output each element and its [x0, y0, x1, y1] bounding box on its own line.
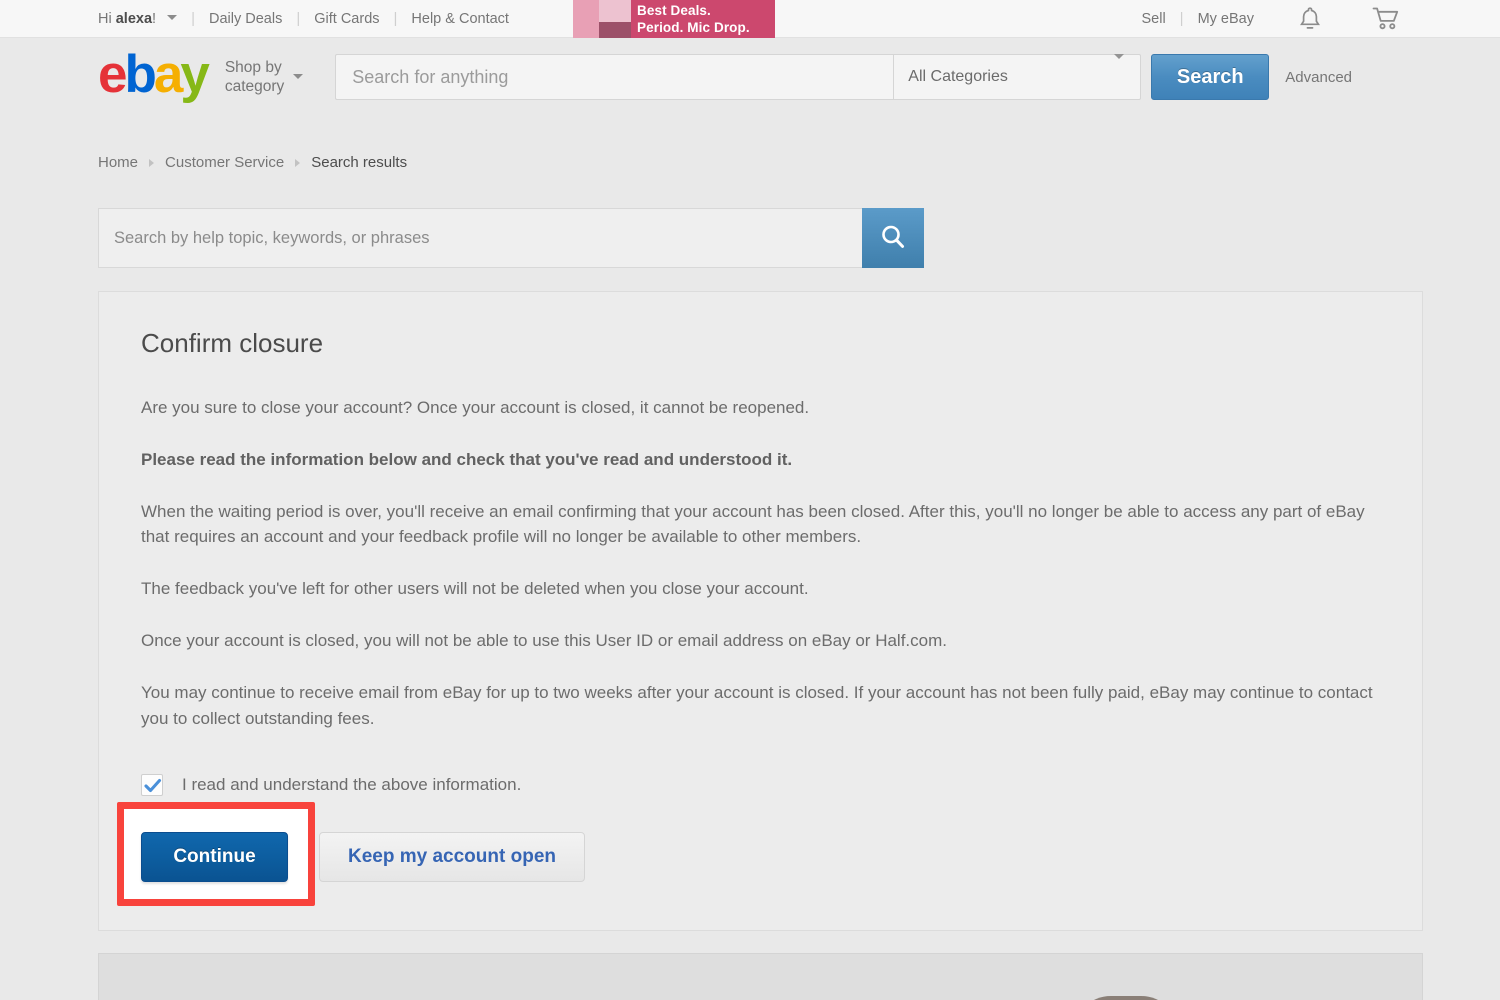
- promo-line-1: Best Deals.: [637, 3, 711, 18]
- closure-paragraph-2-bold: Please read the information below and ch…: [141, 449, 793, 469]
- topbar-link-daily-deals[interactable]: Daily Deals: [209, 11, 282, 27]
- separator: |: [1179, 10, 1184, 27]
- chevron-down-icon[interactable]: [293, 73, 304, 79]
- greeting-prefix: Hi: [98, 10, 116, 27]
- separator: |: [393, 10, 398, 27]
- closure-paragraph-6: You may continue to receive email from e…: [141, 682, 1373, 728]
- topbar-link-sell[interactable]: Sell: [1141, 11, 1165, 27]
- promo-swatch-pale: [599, 0, 631, 22]
- topbar-link-gift-cards[interactable]: Gift Cards: [314, 11, 379, 27]
- acknowledge-checkbox-label: I read and understand the above informat…: [182, 774, 522, 794]
- logo-letter-a: a: [153, 44, 184, 104]
- chevron-right-icon: [295, 158, 301, 167]
- chevron-down-icon[interactable]: [1114, 54, 1125, 59]
- promo-banner[interactable]: Best Deals. Period. Mic Drop.: [573, 0, 775, 38]
- separator: |: [191, 10, 195, 27]
- greeting-suffix: !: [152, 10, 157, 27]
- separator: |: [296, 10, 301, 27]
- promo-swatch-dark: [599, 22, 631, 38]
- chevron-down-icon[interactable]: [167, 15, 178, 21]
- global-search-group: All Categories Search: [335, 54, 1270, 100]
- continue-button[interactable]: Continue: [141, 831, 288, 882]
- greeting[interactable]: Hi alexa!: [98, 10, 178, 27]
- closure-paragraph-4: The feedback you've left for other users…: [141, 579, 809, 599]
- logo-letter-y: y: [180, 44, 210, 104]
- category-select-value: All Categories: [908, 68, 1008, 85]
- promo-swatch-group: [573, 0, 631, 38]
- greeting-username: alexa: [115, 10, 153, 27]
- logo-letter-b: b: [124, 44, 156, 104]
- keep-account-open-button[interactable]: Keep my account open: [319, 831, 585, 882]
- topbar-left-links: Hi alexa! | Daily Deals | Gift Cards | H…: [98, 10, 509, 27]
- photo-hair-top: [1072, 995, 1180, 1000]
- topbar-link-help-contact[interactable]: Help & Contact: [411, 11, 509, 27]
- closure-paragraph-3: When the waiting period is over, you'll …: [141, 501, 1365, 547]
- acknowledge-checkbox[interactable]: [141, 773, 163, 796]
- shop-by-category-button[interactable]: Shop by category: [225, 58, 304, 96]
- shop-by-category-line-2: category: [224, 78, 285, 95]
- promo-line-2: Period. Mic Drop.: [637, 20, 750, 35]
- help-search-input[interactable]: [98, 208, 862, 268]
- breadcrumb: Home Customer Service Search results: [0, 116, 1500, 171]
- breadcrumb-item-customer-service[interactable]: Customer Service: [165, 154, 284, 171]
- top-utility-bar: Hi alexa! | Daily Deals | Gift Cards | H…: [0, 0, 1500, 38]
- cart-icon[interactable]: [1372, 6, 1402, 32]
- promo-text: Best Deals. Period. Mic Drop.: [631, 0, 775, 38]
- confirm-closure-panel: Confirm closure Are you sure to close yo…: [98, 291, 1423, 931]
- shop-by-category-line-1: Shop by: [224, 59, 282, 76]
- breadcrumb-item-search-results: Search results: [311, 154, 408, 171]
- search-input[interactable]: [335, 54, 894, 100]
- ebay-logo[interactable]: ebay: [98, 44, 210, 104]
- closure-paragraph-1: Are you sure to close your account? Once…: [141, 398, 810, 417]
- acknowledge-checkbox-row[interactable]: I read and understand the above informat…: [141, 773, 1380, 796]
- logo-letter-e: e: [98, 44, 128, 104]
- chevron-right-icon: [149, 158, 155, 167]
- need-assistance-panel: Need our assistance?: [98, 952, 1423, 1000]
- closure-paragraph-5: Once your account is closed, you will no…: [141, 631, 947, 651]
- category-select[interactable]: All Categories: [893, 54, 1142, 100]
- topbar-right-links: Sell | My eBay: [1141, 6, 1402, 32]
- advanced-search-link[interactable]: Advanced: [1285, 69, 1352, 86]
- shop-by-category-label: Shop by category: [225, 58, 284, 96]
- topbar-link-my-ebay[interactable]: My eBay: [1198, 11, 1254, 27]
- page-title: Confirm closure: [141, 328, 324, 358]
- help-search-group: [98, 208, 924, 268]
- search-button[interactable]: Search: [1151, 54, 1270, 100]
- site-header: ebay Shop by category All Categories Sea…: [0, 38, 1500, 116]
- action-buttons-row: Continue Keep my account open: [117, 801, 1380, 906]
- breadcrumb-item-home[interactable]: Home: [98, 154, 138, 171]
- customer-service-agent-photo: [1052, 982, 1202, 1000]
- search-icon: [878, 222, 908, 255]
- help-search-button[interactable]: [862, 208, 924, 268]
- bell-icon[interactable]: [1298, 6, 1322, 32]
